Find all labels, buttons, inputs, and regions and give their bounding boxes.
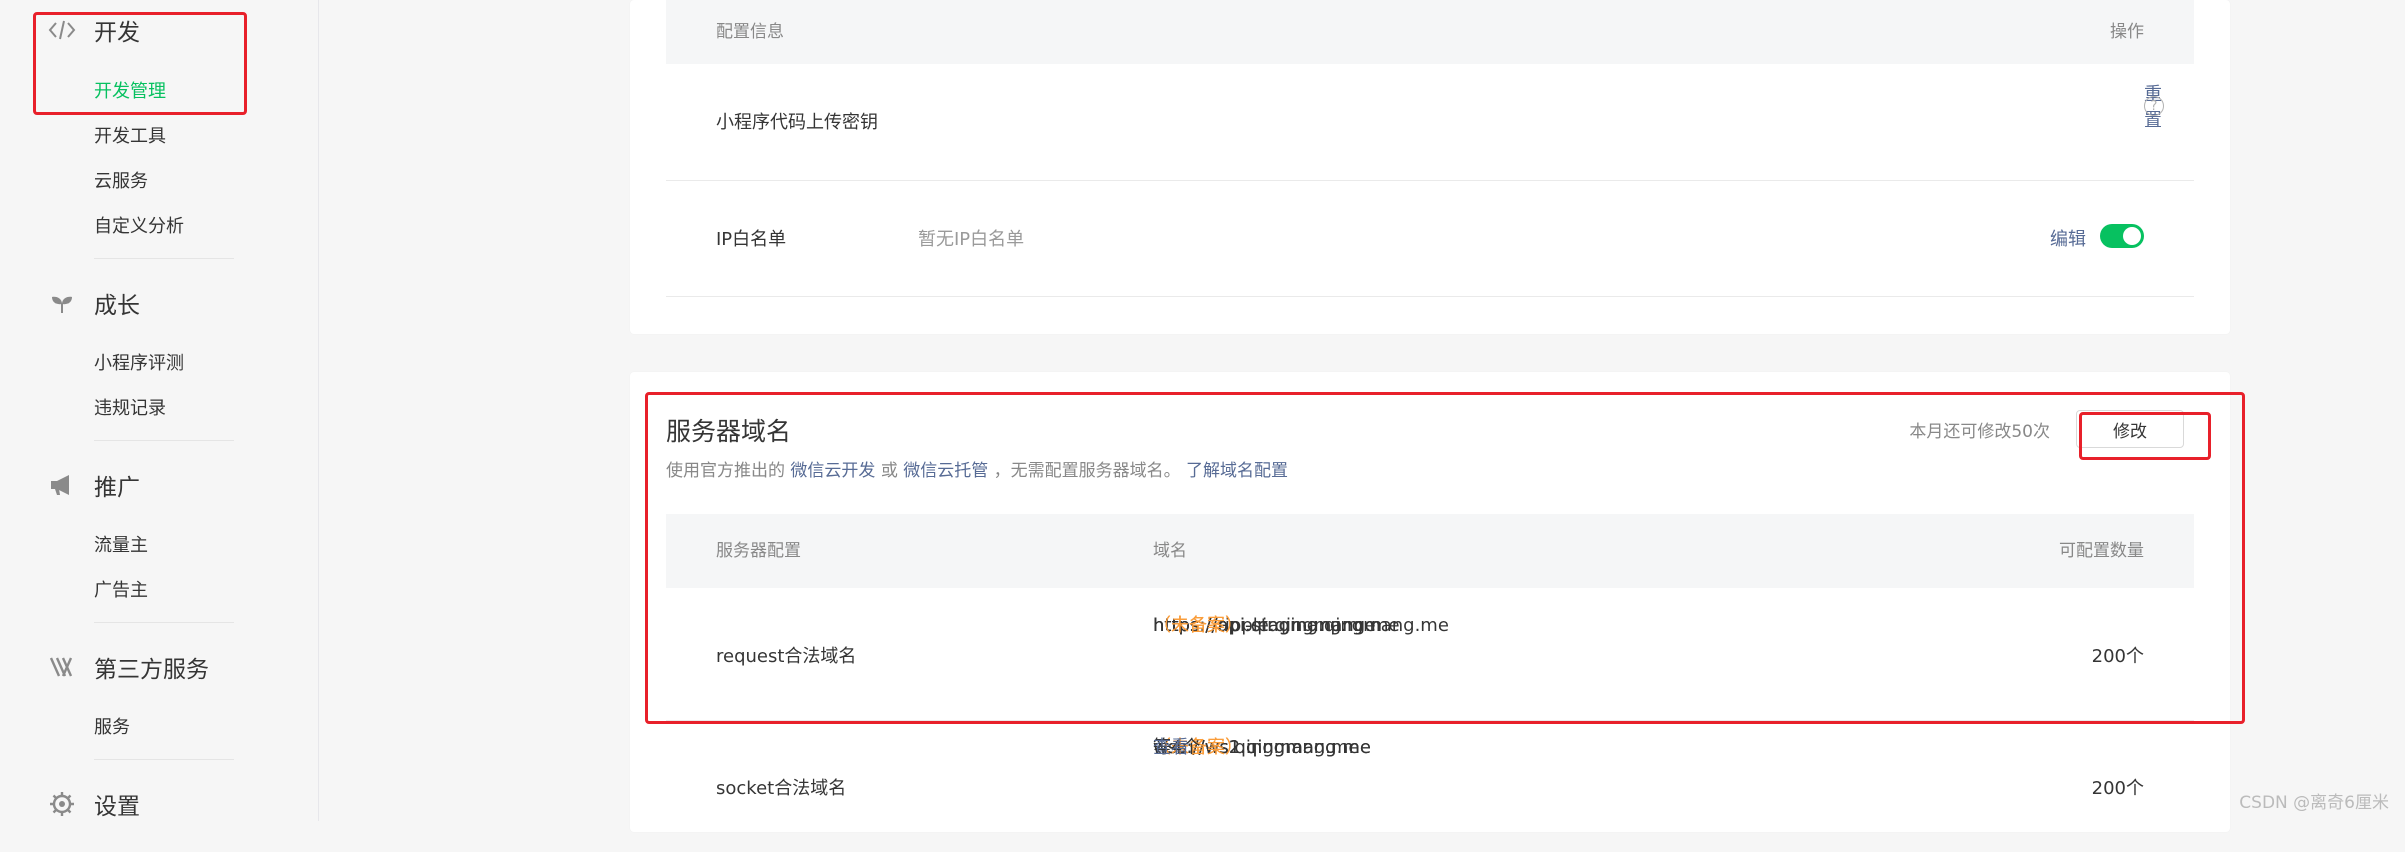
sidebar-item-evaluation[interactable]: 小程序评测 (94, 351, 184, 377)
header-config-info: 配置信息 (716, 22, 784, 42)
nav-divider (94, 440, 234, 441)
highlight-box-dev (33, 12, 247, 115)
nav-group-title: 成长 (94, 293, 140, 319)
nav-group-growth[interactable]: 成长 (48, 285, 140, 321)
row-label: socket合法域名 (716, 778, 847, 799)
sidebar-item-traffic-host[interactable]: 流量主 (94, 533, 148, 559)
row-count: 200个 (2091, 778, 2144, 799)
ip-whitelist-toggle[interactable] (2100, 224, 2144, 248)
sidebar-item-custom-analysis[interactable]: 自定义分析 (94, 214, 184, 240)
sidebar-item-advertiser[interactable]: 广告主 (94, 578, 148, 604)
sprout-icon (48, 289, 76, 317)
nav-divider (94, 622, 234, 623)
table-row: socket合法域名 wss://ws.qingmang.me （未备案） ws… (666, 720, 2194, 852)
highlight-box-modify (2079, 412, 2211, 460)
nav-group-third-party[interactable]: 第三方服务 (48, 649, 209, 685)
nav-divider (94, 759, 234, 760)
nav-group-title: 设置 (94, 794, 140, 820)
nav-group-settings[interactable]: 设置 (48, 786, 140, 822)
sidebar-item-violations[interactable]: 违规记录 (94, 396, 166, 422)
config-row-ip-whitelist: IP白名单 暂无IP白名单 编辑 (666, 180, 2194, 297)
row-label: 小程序代码上传密钥 (716, 112, 878, 133)
third-party-icon (48, 653, 76, 681)
row-label: IP白名单 (716, 229, 787, 250)
sidebar: 开发 开发管理 开发工具 云服务 自定义分析 成长 小程序评测 违规记录 推广 … (0, 0, 319, 821)
nav-group-title: 第三方服务 (94, 657, 209, 683)
highlight-box-domain (645, 392, 2245, 724)
edit-link[interactable]: 编辑 (2050, 225, 2086, 251)
help-icon[interactable]: ? (2144, 96, 2164, 116)
config-row-upload-key: 小程序代码上传密钥 重置 ? (666, 64, 2194, 181)
sidebar-item-dev-tools[interactable]: 开发工具 (94, 124, 166, 150)
watermark: CSDN @离奇6厘米 (2239, 793, 2389, 813)
nav-divider (94, 258, 234, 259)
gear-icon (48, 790, 76, 818)
view-more-link[interactable]: 查看 (1153, 734, 1189, 762)
nav-group-promotion[interactable]: 推广 (48, 467, 140, 503)
nav-group-title: 推广 (94, 475, 140, 501)
header-action: 操作 (2110, 22, 2144, 42)
config-table-header: 配置信息 操作 (666, 0, 2194, 64)
sidebar-item-cloud-service[interactable]: 云服务 (94, 169, 148, 195)
sidebar-item-service[interactable]: 服务 (94, 715, 130, 741)
megaphone-icon (48, 471, 76, 499)
config-panel: 配置信息 操作 小程序代码上传密钥 重置 ? IP白名单 暂无IP白名单 编辑 (630, 0, 2230, 334)
ip-whitelist-value: 暂无IP白名单 (918, 229, 1025, 250)
